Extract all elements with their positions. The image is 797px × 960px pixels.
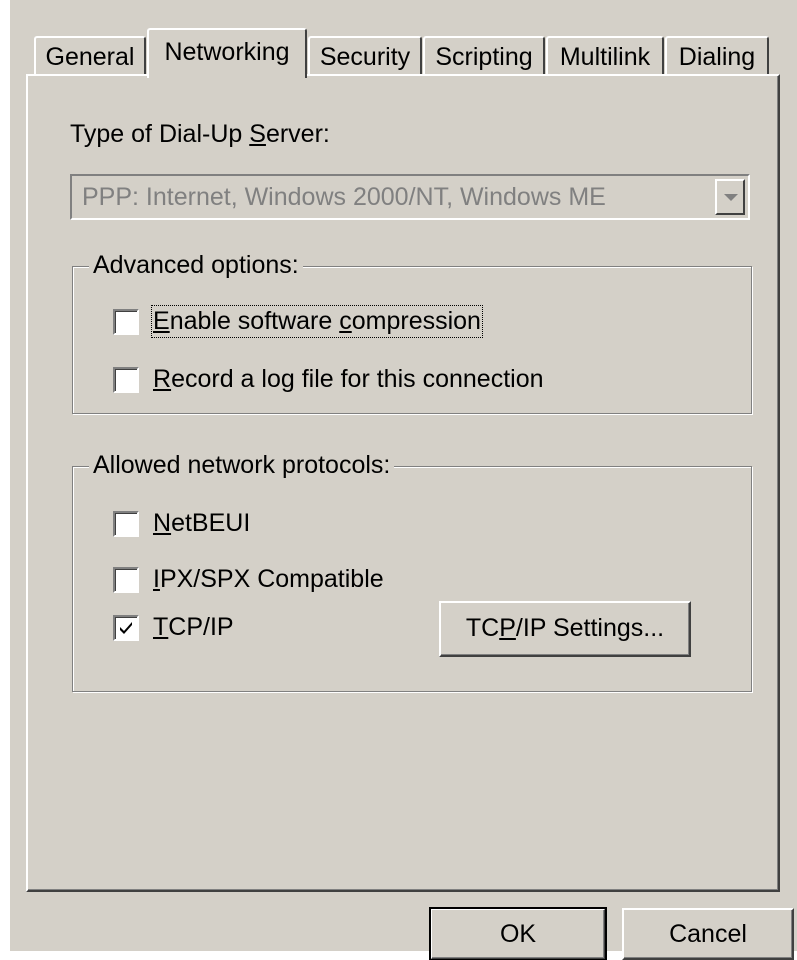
tab-general-label: General <box>45 43 135 71</box>
netbeui-accel: N <box>153 509 172 537</box>
tab-dialing-label: Dialing <box>678 43 756 71</box>
netbeui-label[interactable]: NetBEUI <box>153 509 250 538</box>
tcpip-settings-accel: P <box>499 614 516 642</box>
log-file-accel: R <box>153 365 172 393</box>
tab-dialing[interactable]: Dialing <box>665 36 769 76</box>
server-type-label-pre: Type of Dial-Up <box>70 120 250 148</box>
compression-label[interactable]: Enable software compression <box>151 305 483 338</box>
tab-networking-label: Networking <box>164 38 290 66</box>
checkmark-icon <box>120 622 132 634</box>
dropdown-arrow-button[interactable] <box>715 179 745 215</box>
tab-multilink[interactable]: Multilink <box>546 36 664 76</box>
advanced-options-title: Advanced options: <box>89 251 303 280</box>
tcpip-settings-pre: TC <box>465 614 500 642</box>
tcpip-accel: T <box>153 613 169 641</box>
tcpip-settings-button[interactable]: TCP/IP Settings... <box>439 601 691 657</box>
networking-tab-page: Type of Dial-Up Server: PPP: Internet, W… <box>26 74 780 892</box>
server-type-value: PPP: Internet, Windows 2000/NT, Windows … <box>82 183 606 211</box>
server-type-label-post: erver: <box>265 120 330 148</box>
tab-security[interactable]: Security <box>308 36 422 76</box>
compression-text-b: ompression <box>351 307 481 335</box>
log-file-label[interactable]: Record a log file for this connection <box>153 365 544 394</box>
compression-checkbox[interactable] <box>113 309 139 335</box>
compression-text-a: nable software <box>169 307 340 335</box>
tcpip-label[interactable]: TCP/IP <box>153 613 234 642</box>
ipx-spx-checkbox[interactable] <box>113 567 139 593</box>
tcpip-settings-post: /IP Settings... <box>515 614 665 642</box>
connection-properties-dialog: General Networking Security Scripting Mu… <box>10 0 797 960</box>
network-protocols-title: Allowed network protocols: <box>89 451 395 480</box>
server-type-label: Type of Dial-Up Server: <box>70 120 330 149</box>
log-file-checkbox[interactable] <box>113 367 139 393</box>
ipx-spx-accel: I <box>153 565 160 593</box>
log-file-text: ecord a log file for this connection <box>171 365 544 393</box>
server-type-label-accel: S <box>249 120 266 148</box>
advanced-options-group: Advanced options: Enable software compre… <box>72 251 752 414</box>
tab-scripting-label: Scripting <box>435 43 533 71</box>
netbeui-text: etBEUI <box>171 509 251 537</box>
cancel-button[interactable]: Cancel <box>622 908 794 960</box>
tab-networking[interactable]: Networking <box>147 28 307 78</box>
chevron-down-icon <box>724 194 738 201</box>
ipx-spx-label[interactable]: IPX/SPX Compatible <box>153 565 384 594</box>
tab-general[interactable]: General <box>34 36 146 76</box>
compression-accel-2: c <box>339 307 352 335</box>
server-type-dropdown[interactable]: PPP: Internet, Windows 2000/NT, Windows … <box>70 174 750 220</box>
tab-security-label: Security <box>319 43 411 71</box>
tcpip-checkbox[interactable] <box>113 615 139 641</box>
tab-multilink-label: Multilink <box>559 43 651 71</box>
ok-button[interactable]: OK <box>429 907 607 960</box>
tcpip-text: CP/IP <box>168 613 234 641</box>
network-protocols-group: Allowed network protocols: NetBEUI IPX/S… <box>72 451 752 692</box>
ipx-spx-text: PX/SPX Compatible <box>159 565 384 593</box>
netbeui-checkbox[interactable] <box>113 511 139 537</box>
compression-accel: E <box>153 307 170 335</box>
tab-scripting[interactable]: Scripting <box>423 36 545 76</box>
